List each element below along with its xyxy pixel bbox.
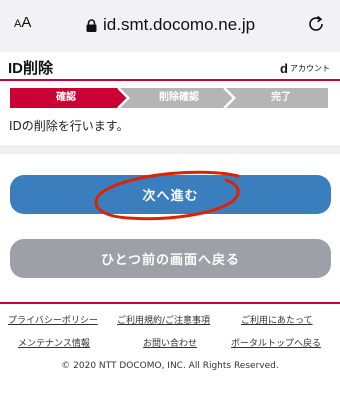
page-header: ID削除 d アカウント — [0, 55, 340, 81]
footer-divider — [0, 302, 340, 304]
step-label-confirm: 確認 — [56, 92, 76, 103]
step-label-complete: 完了 — [271, 92, 291, 103]
copyright-text: © 2020 NTT DOCOMO, INC. All Rights Reser… — [61, 361, 279, 371]
lock-icon — [86, 18, 97, 32]
d-account-logo-text: アカウント — [290, 64, 330, 73]
back-button-label: ひとつ前の画面へ戻る — [100, 253, 241, 268]
next-button[interactable]: 次へ進む — [10, 175, 331, 214]
text-size-large-glyph: A — [21, 14, 32, 31]
step-indicator: 確認 削除確認 完了 — [10, 88, 328, 108]
back-button[interactable]: ひとつ前の画面へ戻る — [10, 239, 331, 278]
d-account-logo-letter: d — [280, 61, 288, 76]
url-text: id.smt.docomo.ne.jp — [103, 15, 256, 34]
footer-links-row-2: メンテナンス情報 お問い合わせ ポータルトップへ戻る — [0, 336, 340, 350]
step-label-delete-confirm: 削除確認 — [159, 92, 199, 103]
contact-link[interactable]: お問い合わせ — [143, 336, 197, 349]
terms-link[interactable]: ご利用規約/ご注意事項 — [117, 313, 210, 326]
footer-links-row-1: プライバシーポリシー ご利用規約/ご注意事項 ご利用にあたって — [0, 313, 340, 327]
reload-icon[interactable] — [306, 14, 326, 34]
url-field[interactable]: id.smt.docomo.ne.jp — [86, 12, 255, 38]
browser-address-bar: AA id.smt.docomo.ne.jp — [0, 0, 340, 52]
privacy-policy-link[interactable]: プライバシーポリシー — [8, 313, 98, 326]
maintenance-link[interactable]: メンテナンス情報 — [18, 336, 90, 349]
description-text: IDの削除を行います。 — [9, 119, 129, 133]
next-button-label: 次へ進む — [142, 189, 199, 204]
text-size-button[interactable]: AA — [14, 14, 31, 31]
page-title: ID削除 — [8, 60, 54, 77]
d-account-logo: d アカウント — [280, 61, 330, 76]
usage-notes-link[interactable]: ご利用にあたって — [241, 313, 313, 326]
portal-top-link[interactable]: ポータルトップへ戻る — [231, 336, 321, 349]
section-divider — [0, 145, 340, 154]
